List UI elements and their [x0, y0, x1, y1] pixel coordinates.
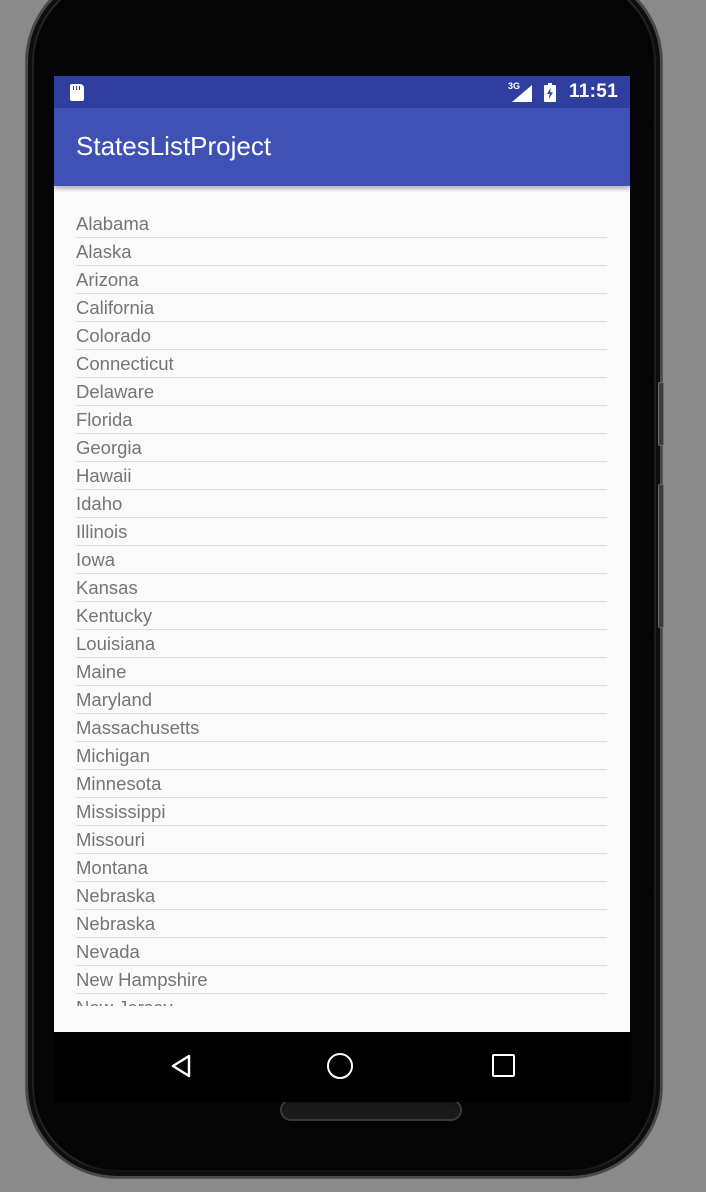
app-title: StatesListProject [76, 131, 272, 161]
state-list-item[interactable]: Colorado [76, 322, 607, 350]
recents-square-icon[interactable] [492, 1054, 515, 1077]
state-list-item[interactable]: Kentucky [76, 602, 607, 630]
state-list-item[interactable]: Hawaii [76, 462, 607, 490]
state-list-item[interactable]: Kansas [76, 574, 607, 602]
state-list-item[interactable]: Iowa [76, 546, 607, 574]
state-list-item[interactable]: Missouri [76, 826, 607, 854]
state-list-item[interactable]: Alabama [76, 210, 607, 238]
back-triangle-icon[interactable] [170, 1054, 192, 1078]
battery-charging-icon [544, 83, 556, 102]
state-list-item[interactable]: Mississippi [76, 798, 607, 826]
state-list-item[interactable]: Maryland [76, 686, 607, 714]
state-list-item[interactable]: Nebraska [76, 910, 607, 938]
state-list-item[interactable]: Montana [76, 854, 607, 882]
bottom-speaker [280, 1099, 462, 1121]
app-bar: StatesListProject [54, 108, 630, 186]
state-list-item[interactable]: Nebraska [76, 882, 607, 910]
state-list-item[interactable]: Massachusetts [76, 714, 607, 742]
state-list-item[interactable]: Delaware [76, 378, 607, 406]
network-indicator: 3G [508, 81, 534, 102]
home-circle-icon[interactable] [327, 1053, 353, 1079]
state-list-item[interactable]: Alaska [76, 238, 607, 266]
state-list-item[interactable]: Maine [76, 658, 607, 686]
state-list-item[interactable]: Florida [76, 406, 607, 434]
sd-card-icon [70, 84, 84, 101]
state-list-item[interactable]: Georgia [76, 434, 607, 462]
state-list-item[interactable]: Michigan [76, 742, 607, 770]
state-list-item[interactable]: Arizona [76, 266, 607, 294]
state-list-item[interactable]: New Hampshire [76, 966, 607, 994]
device-screen: 3G 11:51 StatesListProject Alabama Alaska… [54, 76, 630, 1102]
state-list-item[interactable]: Nevada [76, 938, 607, 966]
states-list: Alabama Alaska Arizona California Colorado Co… [76, 210, 607, 1006]
status-clock: 11:51 [568, 81, 618, 102]
state-list-item[interactable]: Idaho [76, 490, 607, 518]
power-button[interactable] [658, 382, 664, 446]
state-list-item[interactable]: Minnesota [76, 770, 607, 798]
state-list-item[interactable]: Illinois [76, 518, 607, 546]
state-list-item[interactable]: Louisiana [76, 630, 607, 658]
state-list-item[interactable]: New Jersey [76, 994, 607, 1006]
cell-signal-icon [512, 85, 532, 102]
navigation-bar [54, 1032, 630, 1102]
states-list-view[interactable]: Alabama Alaska Arizona California Colorado Co… [54, 186, 630, 1006]
state-list-item[interactable]: Connecticut [76, 350, 607, 378]
volume-button[interactable] [658, 484, 664, 628]
status-bar: 3G 11:51 [54, 76, 630, 108]
state-list-item[interactable]: California [76, 294, 607, 322]
